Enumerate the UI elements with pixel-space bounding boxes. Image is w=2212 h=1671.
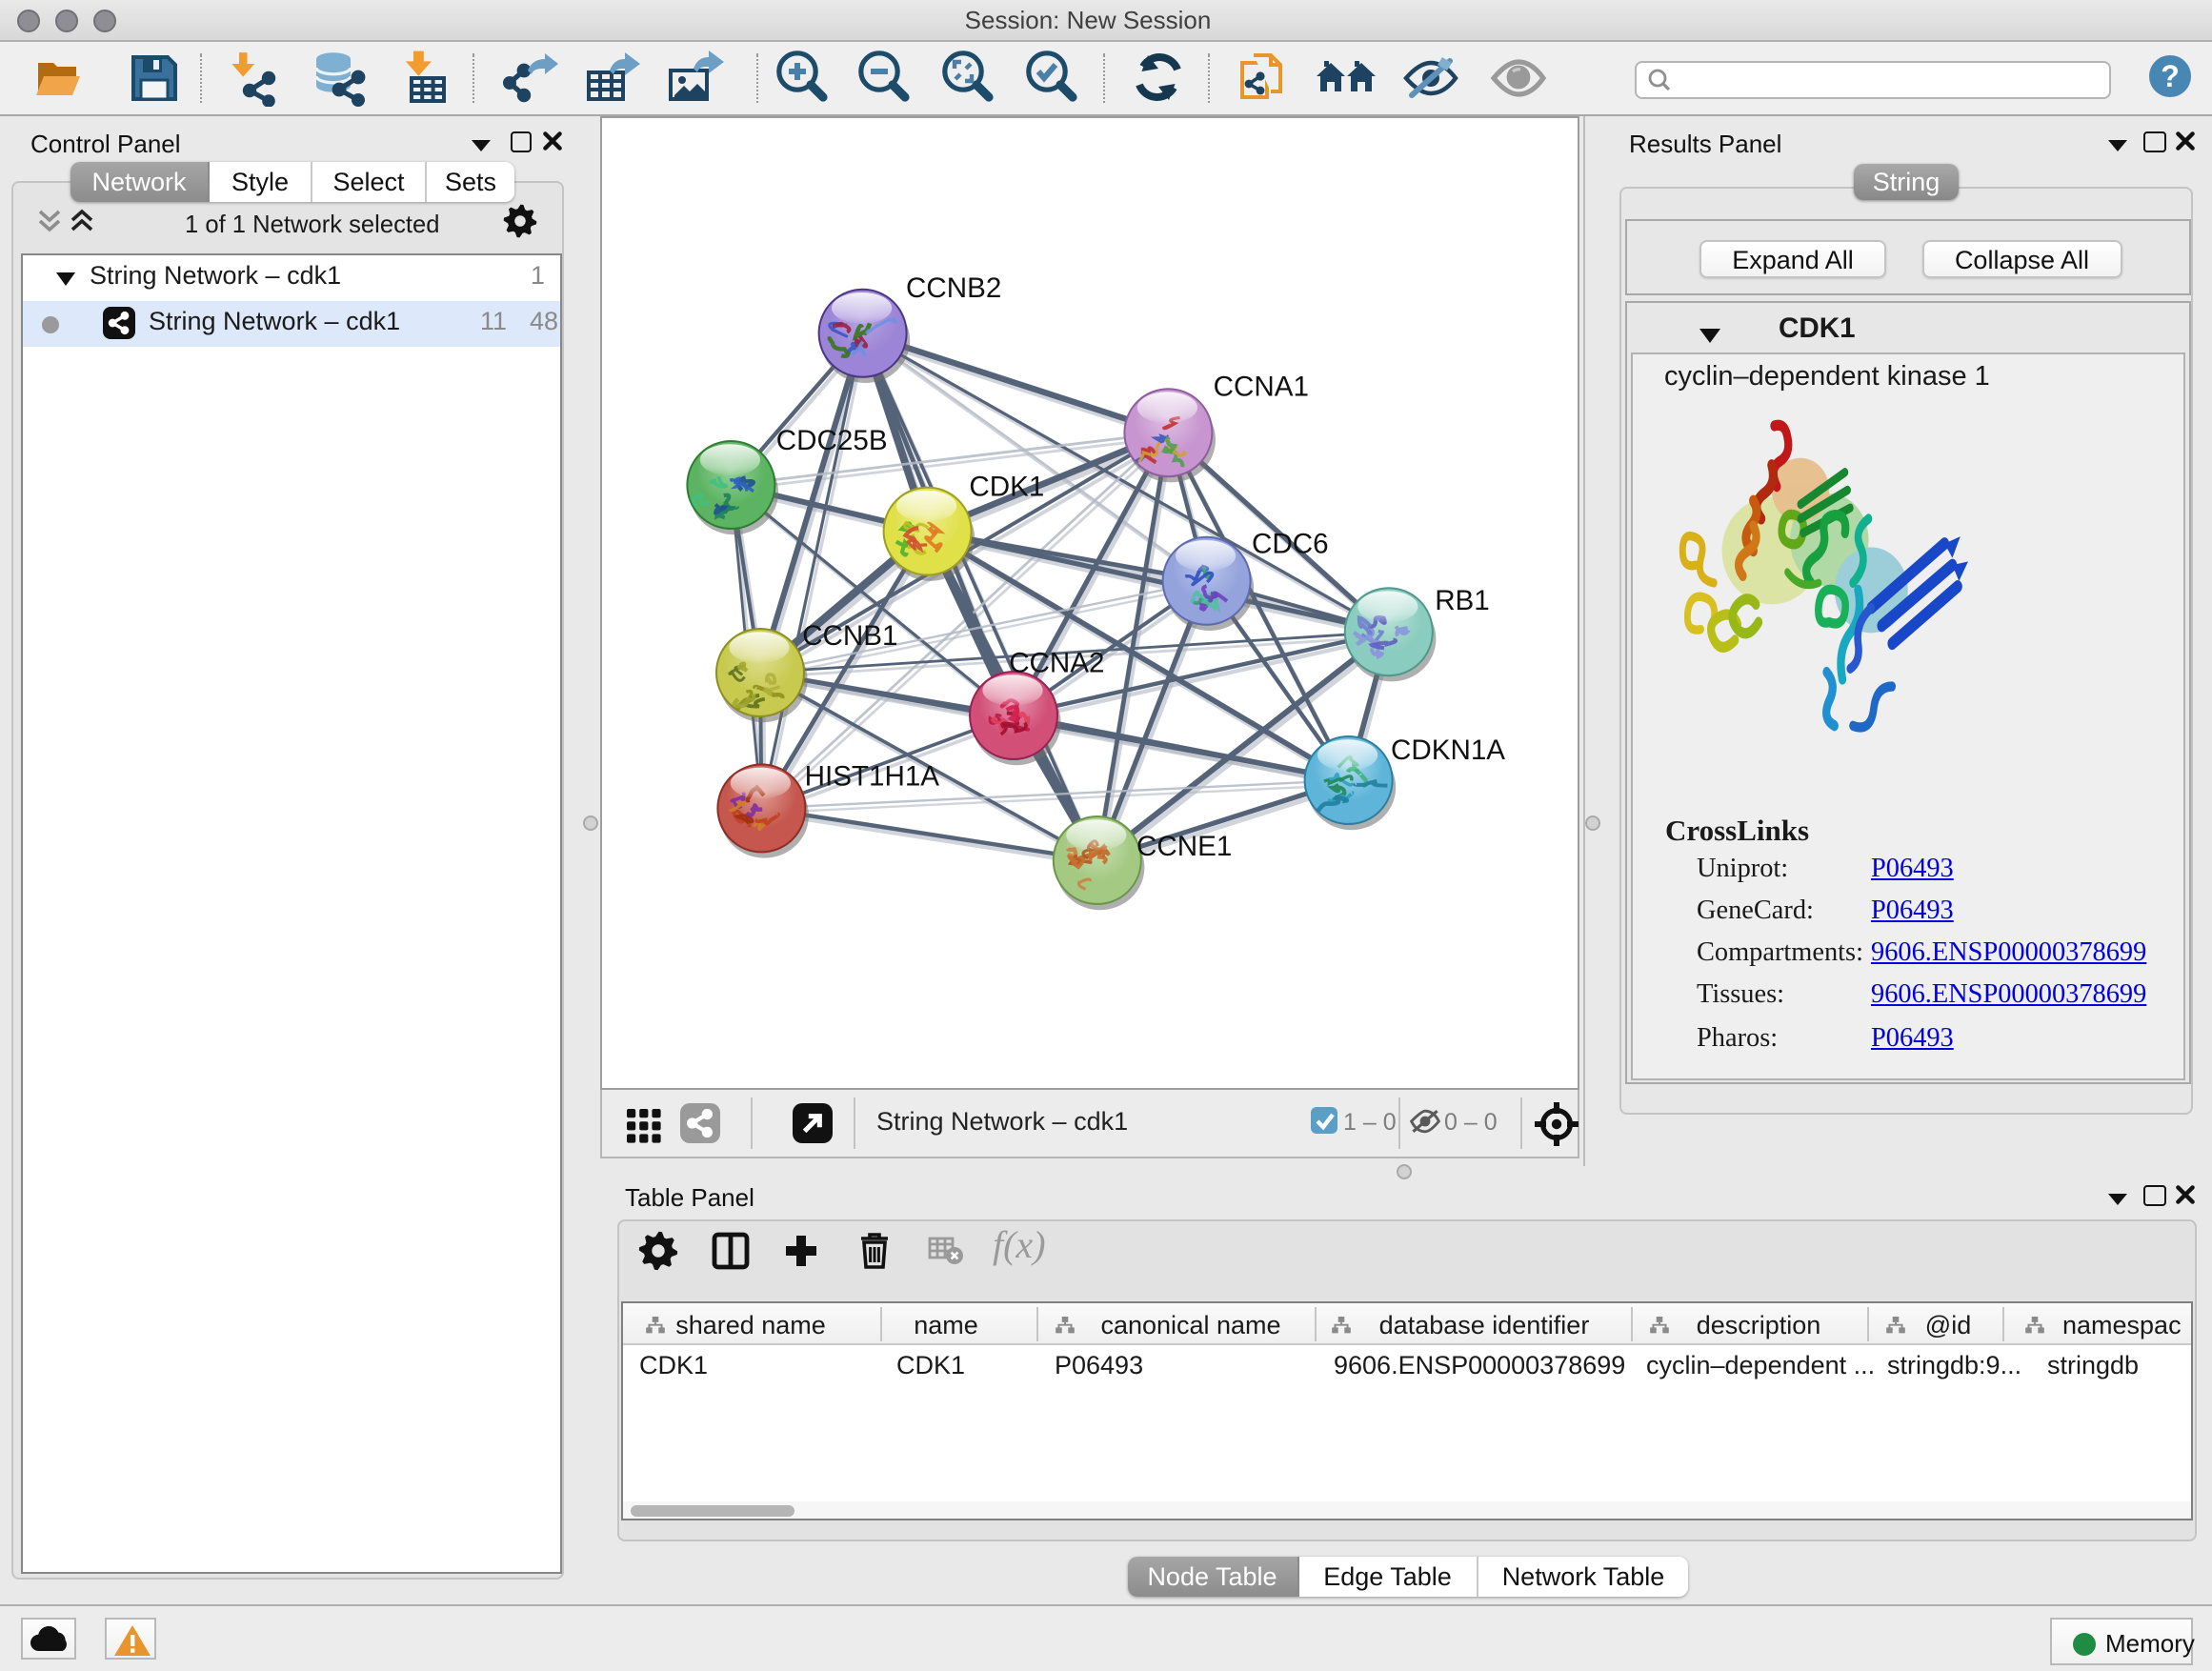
svg-text:CCNA2: CCNA2 [1009, 648, 1104, 679]
svg-text:CCNB2: CCNB2 [906, 272, 1001, 304]
svg-text:HIST1H1A: HIST1H1A [805, 760, 940, 792]
svg-text:CCNA1: CCNA1 [1214, 371, 1309, 402]
svg-text:RB1: RB1 [1435, 585, 1490, 616]
svg-text:CCNB1: CCNB1 [802, 620, 897, 652]
svg-text:?: ? [2161, 58, 2180, 92]
svg-text:CCNE1: CCNE1 [1136, 831, 1232, 862]
svg-text:CDC25B: CDC25B [776, 425, 888, 456]
svg-text:CDC6: CDC6 [1252, 528, 1329, 559]
svg-text:CDKN1A: CDKN1A [1391, 735, 1505, 766]
svg-text:CDK1: CDK1 [969, 472, 1044, 503]
